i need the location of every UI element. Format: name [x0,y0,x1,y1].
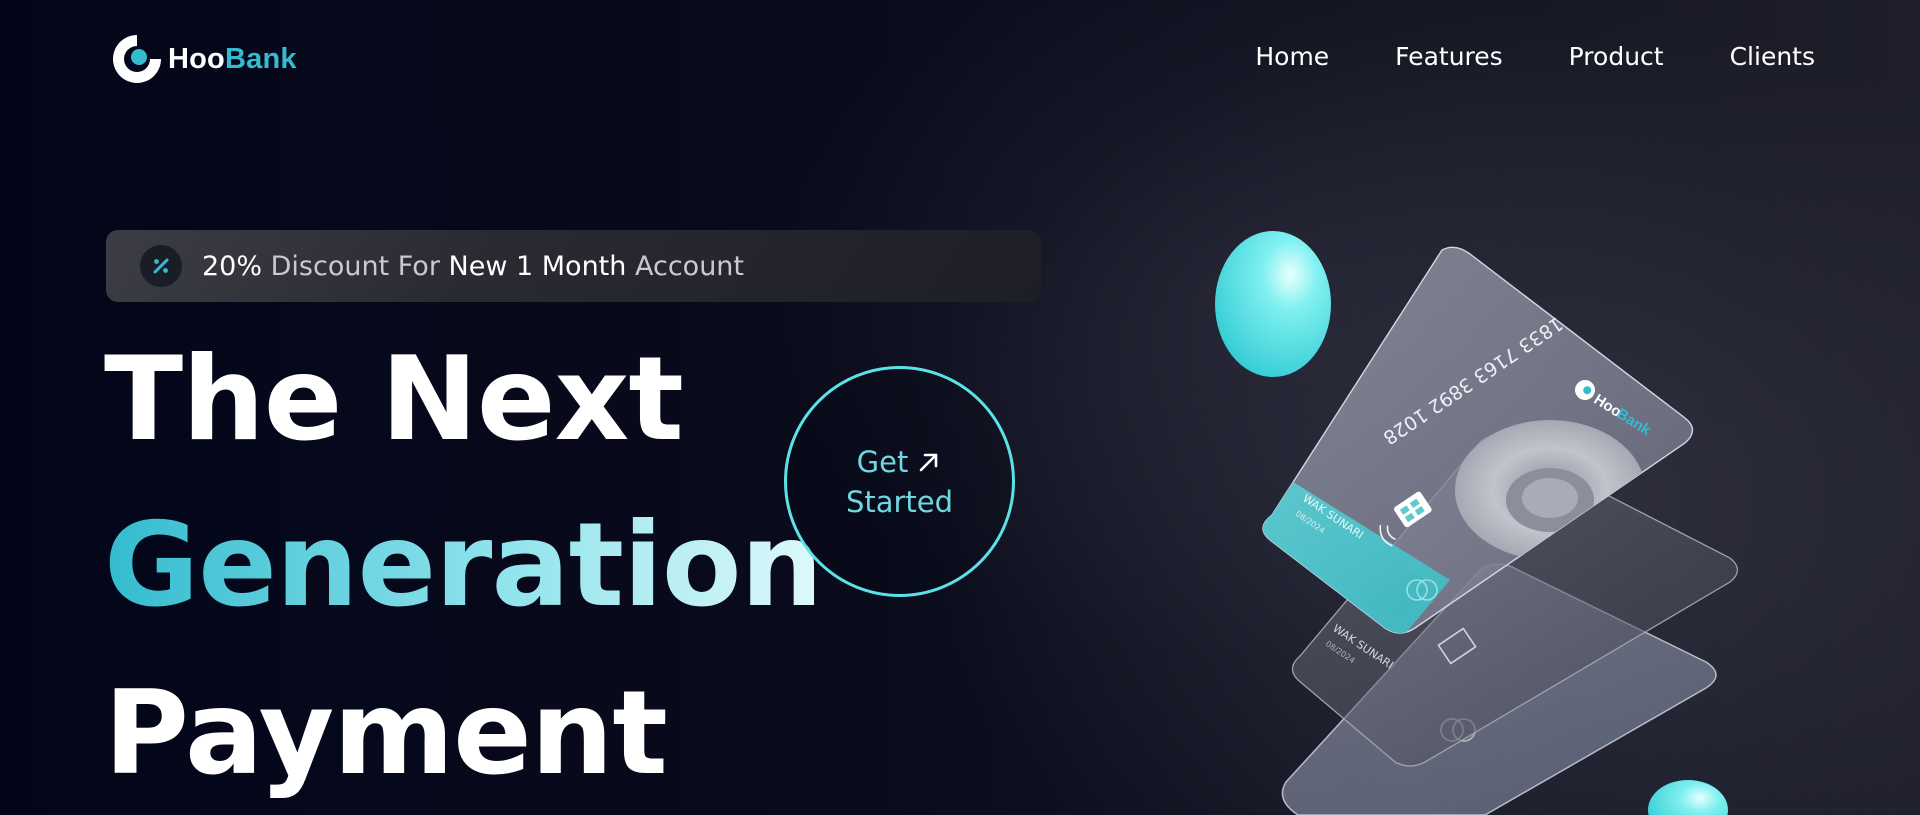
nav-link-features[interactable]: Features [1395,42,1503,71]
discount-banner: 20% Discount For New 1 Month Account [106,230,1041,302]
cyan-orb-top [1215,231,1331,377]
nav-links: Home Features Product Clients [1189,42,1815,71]
cards-illustration: WAK SUNARI 08/2024 1833 7163 3892 1028 H… [1215,231,1739,815]
discount-percent: 20% [202,250,263,282]
get-started-label-2: Started [845,484,954,519]
navbar: HooBank Home Features Product Clients [0,0,1920,120]
discount-text: 20% Discount For New 1 Month Account [202,251,744,282]
logo-text-bank: Bank [224,42,297,75]
page: HooBank Home Features Product Clients 20… [0,0,1920,815]
hero-title-line-1: The Next [104,332,684,467]
logo-text-hoo: Hoo [168,42,225,75]
nav-link-home[interactable]: Home [1255,42,1329,71]
discount-text-2: Account [634,250,744,282]
discount-percent-icon [140,245,182,287]
discount-highlight: New 1 Month [448,250,627,282]
hero-title-line-3: Payment [104,666,668,801]
hero-title-line-2: Generation [104,498,823,633]
discount-text-1: Discount For [270,250,440,282]
cyan-orb-bottom [1648,780,1728,815]
logo[interactable]: HooBank [110,32,297,86]
nav-link-product[interactable]: Product [1569,42,1664,71]
arrow-up-right-icon [920,453,938,471]
get-started-label-1: Get [856,444,909,479]
get-started-button[interactable]: Get Started [784,366,1015,597]
nav-link-clients[interactable]: Clients [1730,42,1815,71]
get-started-label-row: Get [857,445,943,479]
hoobank-logo-icon [113,35,161,83]
logo-text: HooBank [168,43,297,76]
